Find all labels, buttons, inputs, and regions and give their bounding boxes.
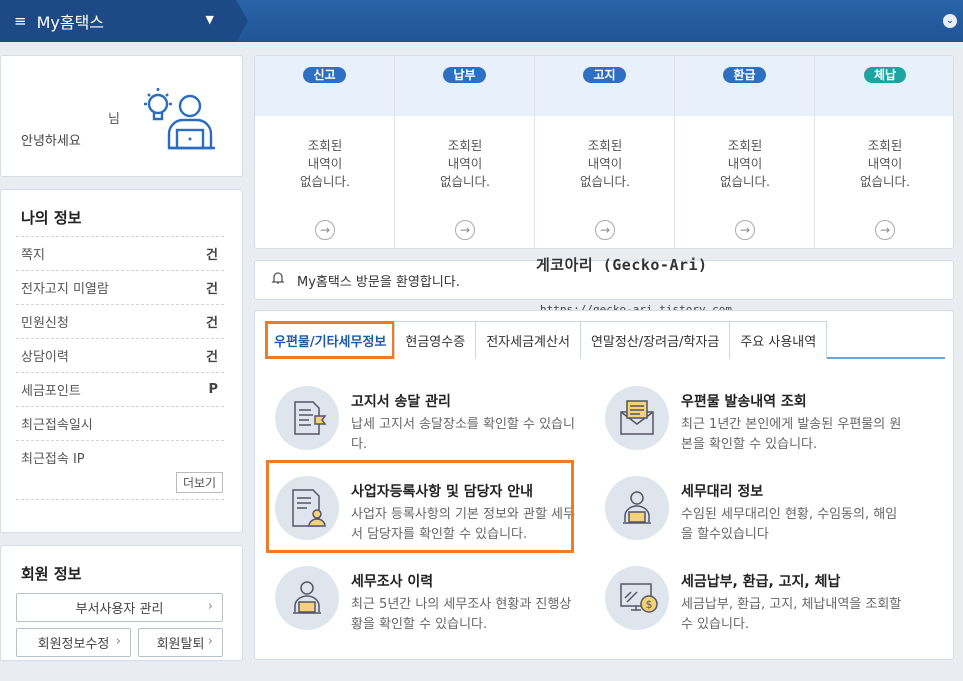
- service-title: 세무조사 이력: [351, 574, 434, 590]
- tab-e-tax-invoice[interactable]: 전자세금계산서: [475, 321, 581, 359]
- more-button[interactable]: 더보기: [176, 472, 223, 493]
- status-empty-text: 조회된 내역이 없습니다.: [440, 138, 490, 189]
- service-tabs: 우편물/기타세무정보 현금영수증 전자세금계산서 연말정산/장려금/학자금 주요…: [265, 321, 945, 359]
- status-empty-text: 조회된 내역이 없습니다.: [720, 138, 770, 189]
- arrow-right-icon[interactable]: →: [455, 220, 475, 240]
- tab-mail-tax-info[interactable]: 우편물/기타세무정보: [265, 321, 396, 359]
- member-withdraw-button[interactable]: 회원탈퇴: [138, 628, 223, 657]
- status-badge: 고지: [583, 67, 626, 83]
- monitor-coin-icon: $: [605, 566, 669, 630]
- member-info-title: 회원 정보: [21, 565, 82, 583]
- list-item[interactable]: 민원신청 건: [16, 304, 224, 338]
- status-badge: 신고: [303, 67, 346, 83]
- status-column-report: 신고 조회된 내역이 없습니다. →: [255, 56, 395, 248]
- service-notice-delivery[interactable]: 고지서 송달 관리 납세 고지서 송달장소를 확인할 수 있습니다.: [265, 381, 575, 461]
- caret-down-icon: ▼: [205, 13, 214, 26]
- service-title: 세금납부, 환급, 고지, 체납: [681, 574, 841, 590]
- highlight-box: [266, 460, 574, 553]
- member-info-panel: 회원 정보 부서사용자 관리 회원정보수정 회원탈퇴: [0, 545, 243, 661]
- status-badge: 납부: [443, 67, 486, 83]
- greeting-panel: 님 안녕하세요: [0, 55, 243, 177]
- list-item[interactable]: 전자고지 미열람 건: [16, 270, 224, 304]
- status-badge: 체납: [863, 67, 907, 83]
- service-desc: 세금납부, 환급, 고지, 체납내역을 조회할 수 있습니다.: [681, 597, 902, 632]
- my-hometax-menu-button[interactable]: ≡ My홈택스 ▼: [0, 0, 248, 42]
- status-badge: 환급: [723, 67, 766, 83]
- status-empty-text: 조회된 내역이 없습니다.: [300, 138, 350, 189]
- arrow-right-icon[interactable]: →: [735, 220, 755, 240]
- greeting-text: 안녕하세요: [21, 134, 81, 149]
- notice-text: My홈택스 방문을 환영합니다.: [297, 274, 460, 290]
- item-value: 건: [206, 350, 218, 365]
- item-label: 민원신청: [21, 316, 69, 331]
- arrow-right-icon[interactable]: →: [315, 220, 335, 240]
- envelope-icon: [605, 386, 669, 450]
- tab-cash-receipt[interactable]: 현금영수증: [394, 321, 477, 359]
- item-label: 쪽지: [21, 248, 45, 263]
- item-label: 전자고지 미열람: [21, 282, 109, 297]
- service-desc: 납세 고지서 송달장소를 확인할 수 있습니다.: [351, 417, 575, 452]
- service-title: 우편물 발송내역 조회: [681, 394, 807, 410]
- tax-status-summary: 신고 조회된 내역이 없습니다. → 납부 조회된 내역이 없습니다. → 고지 조회된…: [254, 55, 954, 249]
- watermark-name: 게코아리 (Gecko-Ari): [536, 256, 708, 274]
- auditor-laptop-icon: [275, 566, 339, 630]
- collapse-toggle-icon[interactable]: ⌄: [943, 14, 957, 28]
- status-column-notice: 고지 조회된 내역이 없습니다. →: [535, 56, 675, 248]
- agent-laptop-icon: [605, 476, 669, 540]
- service-desc: 최근 1년간 본인에게 발송된 우편물의 원본을 확인할 수 있습니다.: [681, 417, 902, 452]
- dept-user-manage-button[interactable]: 부서사용자 관리: [16, 593, 223, 622]
- arrow-right-icon[interactable]: →: [875, 220, 895, 240]
- my-info-panel: 나의 정보 쪽지 건 전자고지 미열람 건 민원신청 건 상담이력 건 세금포인트 P 최…: [0, 189, 243, 533]
- my-info-list: 쪽지 건 전자고지 미열람 건 민원신청 건 상담이력 건 세금포인트 P 최근접속일시 …: [16, 236, 224, 474]
- item-value: P: [208, 382, 218, 397]
- item-value: 건: [206, 248, 218, 263]
- item-value: 건: [206, 282, 218, 297]
- service-tax-audit-history[interactable]: 세무조사 이력 최근 5년간 나의 세무조사 현황과 진행상황을 확인할 수 있…: [265, 561, 575, 641]
- menu-title: My홈택스: [36, 13, 105, 32]
- item-value: 건: [206, 316, 218, 331]
- service-desc: 최근 5년간 나의 세무조사 현황과 진행상황을 확인할 수 있습니다.: [351, 597, 572, 632]
- list-item: 최근접속 IP: [16, 440, 224, 474]
- service-tax-agent-info[interactable]: 세무대리 정보 수임된 세무대리인 현황, 수임동의, 해임을 할수있습니다: [595, 471, 905, 551]
- status-column-refund: 환급 조회된 내역이 없습니다. →: [675, 56, 815, 248]
- item-label: 상담이력: [21, 350, 69, 365]
- service-tax-payment-refund[interactable]: $ 세금납부, 환급, 고지, 체납 세금납부, 환급, 고지, 체납내역을 조…: [595, 561, 905, 641]
- idea-user-icon: [144, 88, 215, 150]
- divider: [16, 499, 224, 500]
- status-column-arrears: 체납 조회된 내역이 없습니다. →: [815, 56, 953, 248]
- list-item[interactable]: 쪽지 건: [16, 236, 224, 270]
- tab-year-end-settlement[interactable]: 연말정산/장려금/학자금: [579, 321, 731, 359]
- status-empty-text: 조회된 내역이 없습니다.: [580, 138, 630, 189]
- service-desc: 수임된 세무대리인 현황, 수임동의, 해임을 할수있습니다: [681, 507, 898, 542]
- item-label: 최근접속일시: [21, 418, 93, 433]
- list-item[interactable]: 세금포인트 P: [16, 372, 224, 406]
- service-title: 고지서 송달 관리: [351, 394, 451, 410]
- list-item[interactable]: 상담이력 건: [16, 338, 224, 372]
- status-empty-text: 조회된 내역이 없습니다.: [860, 138, 910, 189]
- hamburger-icon: ≡: [14, 12, 27, 30]
- document-flag-icon: [275, 386, 339, 450]
- tab-usage-history[interactable]: 주요 사용내역: [729, 321, 828, 359]
- status-column-payment: 납부 조회된 내역이 없습니다. →: [395, 56, 535, 248]
- bell-icon: [271, 271, 285, 289]
- user-suffix: 님: [108, 112, 120, 127]
- arrow-right-icon[interactable]: →: [595, 220, 615, 240]
- top-bar: ≡ My홈택스 ▼ ⌄: [0, 0, 963, 42]
- list-item: 최근접속일시: [16, 406, 224, 440]
- service-mail-history[interactable]: 우편물 발송내역 조회 최근 1년간 본인에게 발송된 우편물의 원본을 확인할…: [595, 381, 905, 461]
- svg-text:$: $: [646, 598, 653, 611]
- item-label: 최근접속 IP: [21, 452, 85, 467]
- service-title: 세무대리 정보: [681, 484, 764, 500]
- my-info-title: 나의 정보: [21, 209, 82, 227]
- item-label: 세금포인트: [21, 384, 81, 399]
- member-edit-button[interactable]: 회원정보수정: [16, 628, 131, 657]
